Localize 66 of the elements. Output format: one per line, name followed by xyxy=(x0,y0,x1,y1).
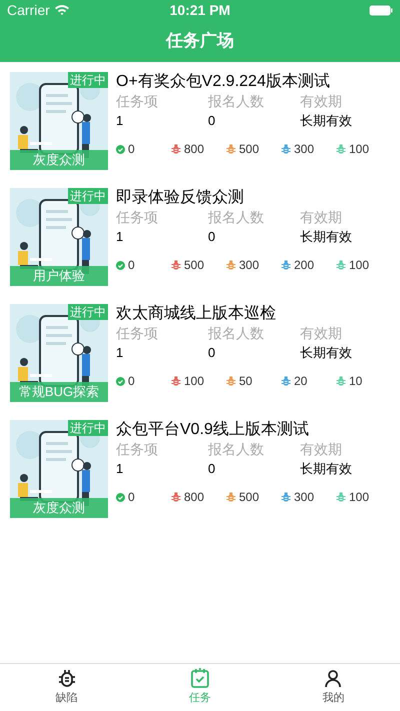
column-label: 任务项 xyxy=(116,208,159,226)
task-title[interactable]: 众包平台V0.9线上版本测试 xyxy=(116,420,391,440)
column-label: 报名人数 xyxy=(208,92,265,110)
stat-count: 800 xyxy=(184,141,204,158)
column-value: 1 xyxy=(116,228,124,246)
stat-count: 800 xyxy=(184,489,204,506)
stat-count: 500 xyxy=(184,257,204,274)
stat-count: 300 xyxy=(294,489,314,506)
column-label: 报名人数 xyxy=(208,440,265,458)
stat-count: 50 xyxy=(239,373,252,390)
stat-count: 20 xyxy=(294,373,308,390)
column-value: 1 xyxy=(116,112,124,130)
tab[interactable]: 缺陷 xyxy=(0,664,134,711)
column-value: 1 xyxy=(116,344,124,362)
category-label: 常规BUG探索 xyxy=(10,382,108,402)
stat-count: 0 xyxy=(128,257,135,274)
status-badge: 进行中 xyxy=(68,188,108,204)
stat-count: 300 xyxy=(239,257,260,274)
task-title[interactable]: 欢太商城线上版本巡检 xyxy=(116,304,391,324)
column-label: 有效期 xyxy=(300,92,343,110)
category-label: 灰度众测 xyxy=(10,150,108,170)
stat-count: 500 xyxy=(239,489,260,506)
column-value: 0 xyxy=(208,112,216,130)
column-label: 有效期 xyxy=(300,208,343,226)
stat-count: 100 xyxy=(349,257,370,274)
stat-count: 300 xyxy=(294,141,314,158)
page-title: 任务广场 xyxy=(166,30,234,52)
column-value: 长期有效 xyxy=(300,344,353,362)
status-badge: 进行中 xyxy=(68,420,108,436)
stat-count: 100 xyxy=(184,373,204,390)
stat-count: 500 xyxy=(239,141,260,158)
stat-count: 10 xyxy=(349,373,362,390)
calendar-check-icon xyxy=(190,668,210,688)
stat-count: 100 xyxy=(349,141,370,158)
task-title[interactable]: 即录体验反馈众测 xyxy=(116,188,391,208)
tab[interactable]: 我的 xyxy=(266,664,400,711)
stat-count: 200 xyxy=(294,257,314,274)
task-title[interactable]: O+有奖众包V2.9.224版本测试 xyxy=(116,72,391,92)
status-badge: 进行中 xyxy=(68,304,108,320)
wifi-icon xyxy=(54,4,70,16)
status-badge: 进行中 xyxy=(68,72,108,88)
column-value: 0 xyxy=(208,344,216,362)
column-label: 有效期 xyxy=(300,440,343,458)
column-label: 报名人数 xyxy=(208,324,265,342)
stat-count: 0 xyxy=(128,141,135,158)
column-label: 任务项 xyxy=(116,92,159,110)
person-icon xyxy=(323,668,344,688)
column-value: 1 xyxy=(116,460,124,478)
column-value: 长期有效 xyxy=(300,228,353,246)
carrier-label: Carrier xyxy=(7,0,50,20)
category-label: 灰度众测 xyxy=(10,498,108,518)
category-label: 用户体验 xyxy=(10,266,108,286)
stat-count: 100 xyxy=(349,489,370,506)
column-value: 长期有效 xyxy=(300,112,353,130)
bug-icon xyxy=(58,668,76,688)
column-label: 任务项 xyxy=(116,324,159,342)
stat-count: 0 xyxy=(128,489,135,506)
column-value: 0 xyxy=(208,460,216,478)
battery-icon xyxy=(369,4,393,16)
column-label: 有效期 xyxy=(300,324,343,342)
column-label: 任务项 xyxy=(116,440,159,458)
column-value: 0 xyxy=(208,228,216,246)
column-value: 长期有效 xyxy=(300,460,353,478)
column-label: 报名人数 xyxy=(208,208,265,226)
clock-time: 10:21 PM xyxy=(170,0,230,20)
stat-count: 0 xyxy=(128,373,135,390)
